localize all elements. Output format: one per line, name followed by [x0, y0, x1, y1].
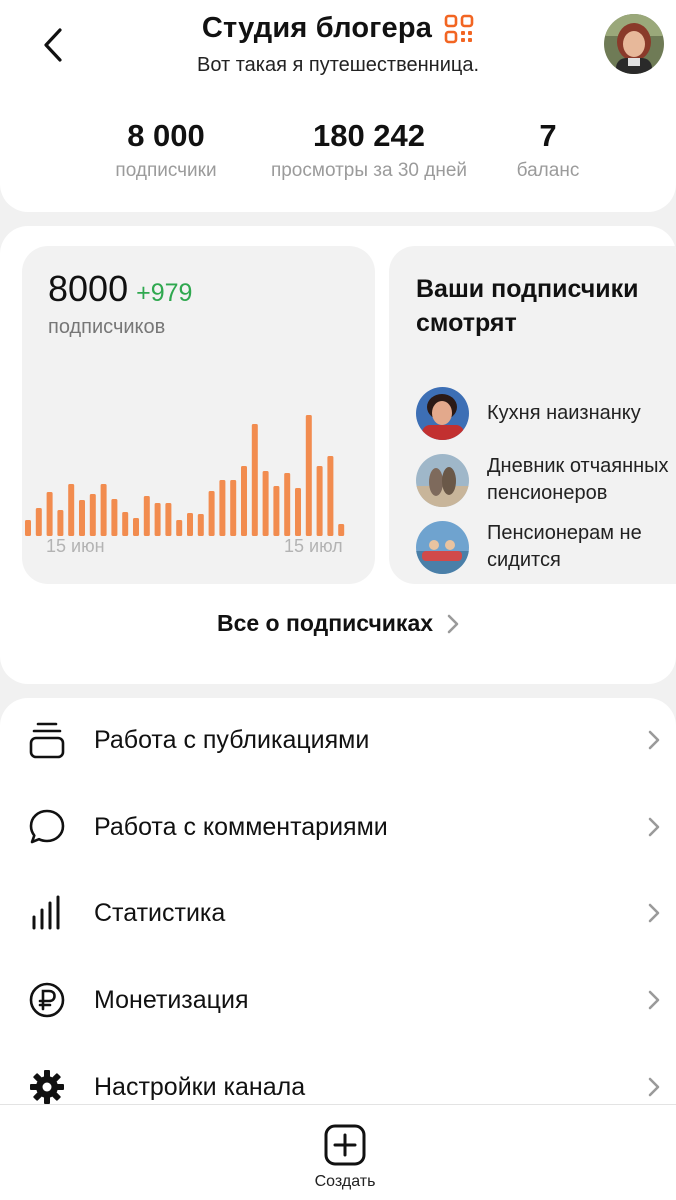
menu-item-comments[interactable]: Работа с комментариями [0, 787, 676, 867]
chart-bar [197, 514, 204, 536]
stat-views[interactable]: 180 242 просмотры за 30 дней [258, 118, 480, 182]
subscribers-watch-card: Ваши подписчики смотрят Кухня наизнанку [389, 246, 676, 584]
chart-bar [111, 499, 118, 536]
stats-row: 8 000 подписчики 180 242 просмотры за 30… [0, 118, 676, 188]
chevron-right-icon [648, 730, 660, 750]
menu-item-label: Статистика [94, 898, 226, 927]
chart-bar [316, 466, 323, 536]
chevron-right-icon [648, 817, 660, 837]
plus-square-icon [324, 1124, 366, 1166]
chart-bar [338, 524, 345, 536]
bottom-navigation: Создать [0, 1104, 676, 1200]
publications-stack-icon [28, 721, 66, 759]
stat-value: 7 [539, 118, 557, 153]
chart-bar [230, 480, 237, 536]
all-subscribers-label: Все о подписчиках [216, 610, 434, 636]
statistics-bars-icon [28, 894, 66, 932]
channel-avatar [416, 520, 469, 574]
title-row: Студия блогера [0, 12, 676, 45]
channel-description: Вот такая я путешественница. [196, 54, 480, 76]
gear-icon [28, 1068, 66, 1106]
chevron-right-icon [648, 903, 660, 923]
channel-avatar [416, 387, 469, 440]
chart-bar [46, 492, 53, 536]
channel-name: Пенсионерам не сидится [487, 522, 642, 571]
chart-bar [154, 503, 161, 536]
subscribers-bar-chart [25, 415, 345, 536]
chevron-right-icon [447, 614, 459, 633]
chart-bar [176, 520, 183, 536]
create-label: Создать [314, 1173, 376, 1190]
watch-card-title: Ваши подписчики смотрят [416, 275, 639, 337]
comment-bubble-icon [28, 808, 66, 846]
watch-channel-item[interactable]: Пенсионерам не сидится [416, 520, 676, 574]
subscribers-chart-card[interactable]: 8000 +979 подписчиков 15 июн 15 июл [22, 246, 375, 584]
chart-bar [187, 513, 193, 536]
stat-subscribers[interactable]: 8 000 подписчики [100, 118, 232, 182]
menu-item-statistics[interactable]: Статистика [0, 873, 676, 953]
chart-bar [122, 512, 129, 536]
subscribers-section: 8000 +979 подписчиков 15 июн 15 июл Ваши… [0, 226, 676, 684]
chart-bar [143, 496, 150, 536]
create-button[interactable]: Создать [300, 1123, 390, 1200]
chart-bar [262, 471, 269, 536]
chart-bar [79, 500, 85, 536]
stat-label: баланс [516, 160, 580, 181]
page-title: Студия блогера [201, 12, 433, 44]
stat-label: просмотры за 30 дней [270, 160, 468, 181]
chart-bar [35, 508, 42, 536]
stat-label: подписчики [115, 160, 217, 181]
chart-bar [100, 484, 107, 536]
stat-value: 180 242 [312, 118, 426, 153]
chart-bar [89, 494, 96, 536]
menu-item-publications[interactable]: Работа с публикациями [0, 700, 676, 780]
chart-bar [327, 456, 334, 536]
chart-bar [295, 488, 301, 536]
channel-avatar [416, 453, 469, 507]
menu-item-monetization[interactable]: Монетизация [0, 960, 676, 1040]
all-subscribers-link[interactable]: Все о подписчиках [0, 610, 676, 637]
chevron-right-icon [648, 1077, 660, 1097]
avatar[interactable] [604, 14, 664, 74]
channel-name: Дневник отчаянных пенсионеров [487, 455, 669, 504]
channel-name: Кухня наизнанку [487, 402, 641, 424]
x-axis-start-label: 15 июн [46, 536, 105, 556]
watch-channel-item[interactable]: Кухня наизнанку [416, 387, 676, 440]
chart-bar [273, 486, 280, 536]
chart-bar [305, 415, 312, 536]
chart-bar [208, 491, 215, 536]
menu-item-label: Работа с публикациями [94, 725, 370, 754]
menu-item-label: Монетизация [94, 985, 249, 1014]
chevron-right-icon [648, 990, 660, 1010]
chart-bar [133, 518, 139, 536]
chart-bar [219, 480, 226, 536]
chart-bar [165, 503, 172, 536]
chart-bar [241, 466, 247, 536]
menu-item-label: Работа с комментариями [94, 812, 388, 841]
stat-balance[interactable]: 7 баланс [504, 118, 592, 182]
qr-code-icon[interactable] [444, 14, 474, 44]
ruble-icon [28, 981, 66, 1019]
chart-bar [25, 520, 31, 536]
x-axis-end-label: 15 июл [284, 536, 343, 556]
watch-channel-item[interactable]: Дневник отчаянных пенсионеров [416, 453, 676, 507]
chart-bar [68, 484, 75, 536]
chart-bar [57, 510, 64, 536]
stat-value: 8 000 [127, 118, 205, 153]
menu-item-label: Настройки канала [94, 1072, 306, 1101]
chart-bar [251, 424, 258, 536]
header-card: Студия блогера Вот такая я путешественни… [0, 0, 676, 212]
chart-bar [284, 473, 291, 536]
